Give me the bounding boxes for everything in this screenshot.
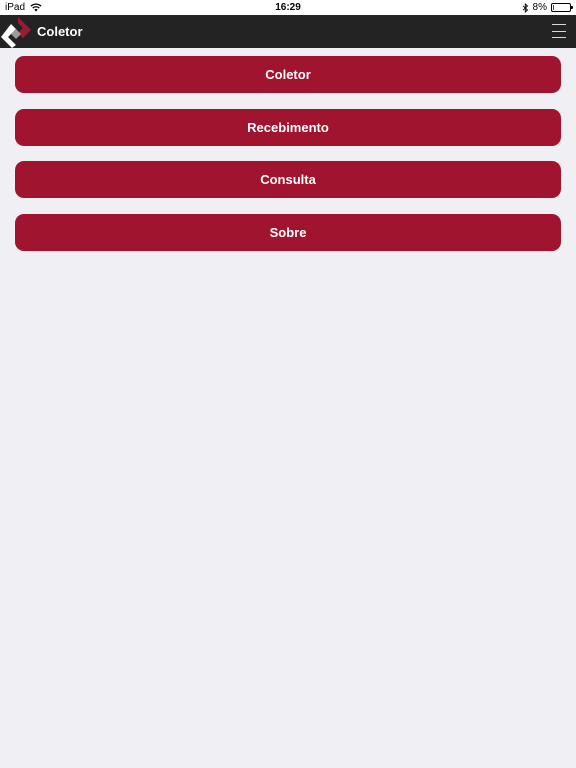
- menu-line: [552, 24, 566, 25]
- recebimento-button[interactable]: Recebimento: [15, 108, 561, 146]
- menu-line: [552, 30, 566, 32]
- battery-percent: 8%: [532, 2, 547, 13]
- hamburger-menu-icon[interactable]: [552, 24, 566, 38]
- status-bar: iPad 16:29 8%: [0, 0, 576, 15]
- menu-line: [552, 37, 566, 38]
- status-time: 16:29: [275, 2, 301, 13]
- consulta-button[interactable]: Consulta: [15, 161, 561, 198]
- battery-icon: [551, 3, 573, 12]
- coletor-button[interactable]: Coletor: [15, 56, 561, 93]
- app-header: Coletor: [0, 15, 576, 48]
- sobre-button[interactable]: Sobre: [15, 213, 561, 251]
- status-right: 8%: [522, 0, 573, 15]
- battery-level-fill: [553, 5, 554, 10]
- app-title: Coletor: [37, 24, 83, 39]
- app-logo-icon: [1, 16, 33, 48]
- main-menu: Coletor Recebimento Consulta Sobre: [15, 56, 561, 266]
- bluetooth-icon: [522, 2, 529, 13]
